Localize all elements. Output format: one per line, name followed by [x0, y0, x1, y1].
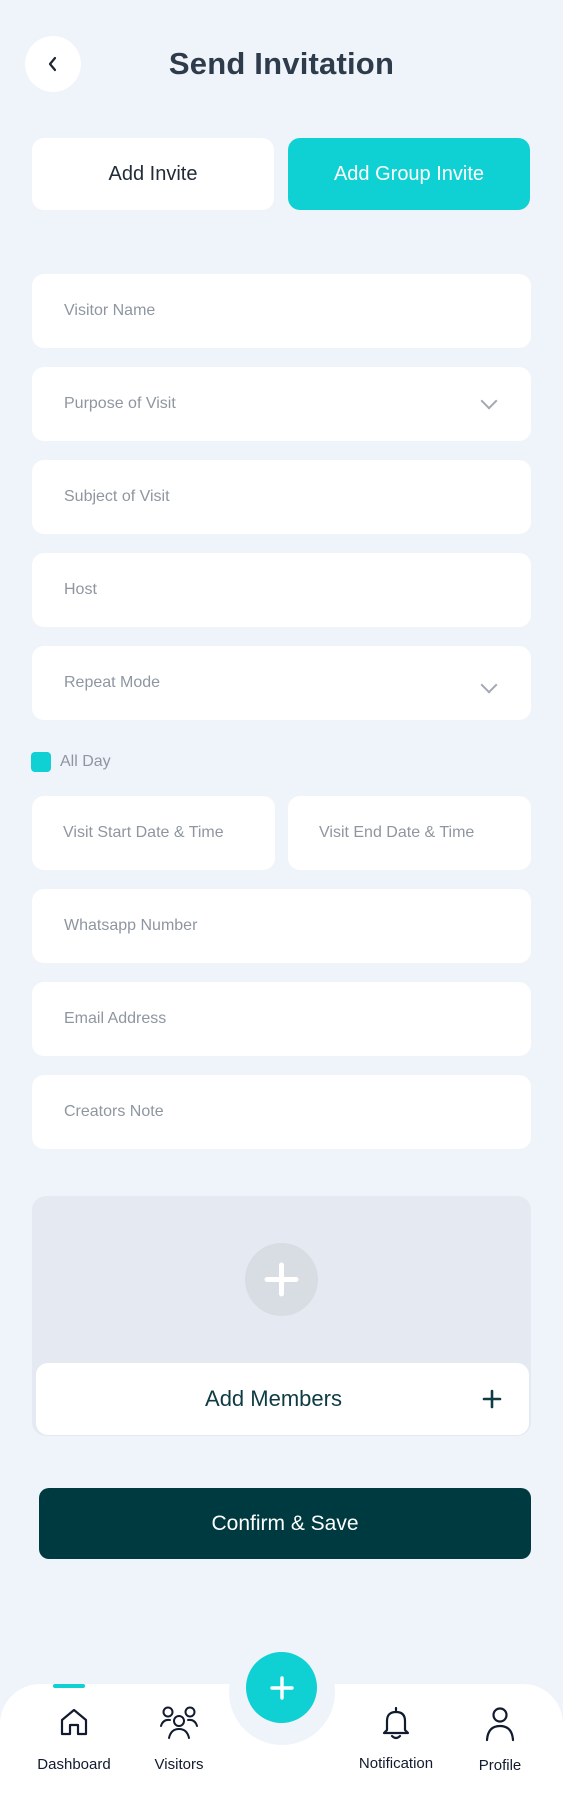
home-icon — [60, 1708, 88, 1736]
subject-of-visit-placeholder: Subject of Visit — [64, 488, 170, 505]
active-tab-indicator — [53, 1684, 85, 1688]
tab-add-invite[interactable]: Add Invite — [32, 138, 274, 210]
nav-item-profile[interactable]: Profile — [462, 1706, 538, 1786]
visit-end-placeholder: Visit End Date & Time — [319, 824, 475, 841]
email-field[interactable]: Email Address — [32, 982, 531, 1056]
email-placeholder: Email Address — [64, 1010, 167, 1027]
all-day-checkbox[interactable] — [31, 752, 51, 772]
page-title: Send Invitation — [168, 46, 395, 81]
nav-label-notification: Notification — [358, 1755, 434, 1772]
purpose-of-visit-select[interactable]: Purpose of Visit — [32, 367, 531, 441]
chevron-down-icon — [480, 676, 498, 694]
plus-icon — [476, 1383, 508, 1415]
bell-icon — [382, 1706, 410, 1740]
user-icon — [485, 1707, 515, 1742]
confirm-save-button[interactable]: Confirm & Save — [39, 1488, 531, 1559]
tab-add-group-invite[interactable]: Add Group Invite — [288, 138, 530, 210]
subject-of-visit-field[interactable]: Subject of Visit — [32, 460, 531, 534]
creators-note-placeholder: Creators Note — [64, 1103, 164, 1120]
nav-label-visitors: Visitors — [154, 1756, 204, 1773]
nav-label-dashboard: Dashboard — [37, 1756, 111, 1773]
all-day-label: All Day — [60, 753, 111, 770]
repeat-mode-placeholder: Repeat Mode — [64, 674, 161, 691]
repeat-mode-select[interactable]: Repeat Mode — [32, 646, 531, 720]
whatsapp-field[interactable]: Whatsapp Number — [32, 889, 531, 963]
visit-start-placeholder: Visit Start Date & Time — [63, 824, 224, 841]
nav-item-notification[interactable]: Notification — [346, 1706, 446, 1786]
plus-icon — [264, 1262, 299, 1297]
add-fab-button[interactable] — [246, 1652, 317, 1723]
host-placeholder: Host — [64, 581, 97, 598]
creators-note-field[interactable]: Creators Note — [32, 1075, 531, 1149]
purpose-of-visit-placeholder: Purpose of Visit — [64, 395, 176, 412]
nav-label-profile: Profile — [478, 1757, 522, 1774]
host-field[interactable]: Host — [32, 553, 531, 627]
users-icon — [160, 1706, 198, 1739]
visitor-name-field[interactable]: Visitor Name — [32, 274, 531, 348]
add-member-photo-button[interactable] — [245, 1243, 318, 1316]
chevron-down-icon — [480, 392, 498, 410]
plus-icon — [269, 1675, 294, 1700]
add-members-label: Add Members — [205, 1386, 342, 1411]
nav-item-dashboard[interactable]: Dashboard — [22, 1706, 126, 1786]
visit-end-field[interactable]: Visit End Date & Time — [288, 796, 531, 870]
visit-start-field[interactable]: Visit Start Date & Time — [32, 796, 275, 870]
visitor-name-placeholder: Visitor Name — [64, 302, 156, 319]
whatsapp-placeholder: Whatsapp Number — [64, 917, 198, 934]
nav-item-visitors[interactable]: Visitors — [139, 1706, 219, 1786]
